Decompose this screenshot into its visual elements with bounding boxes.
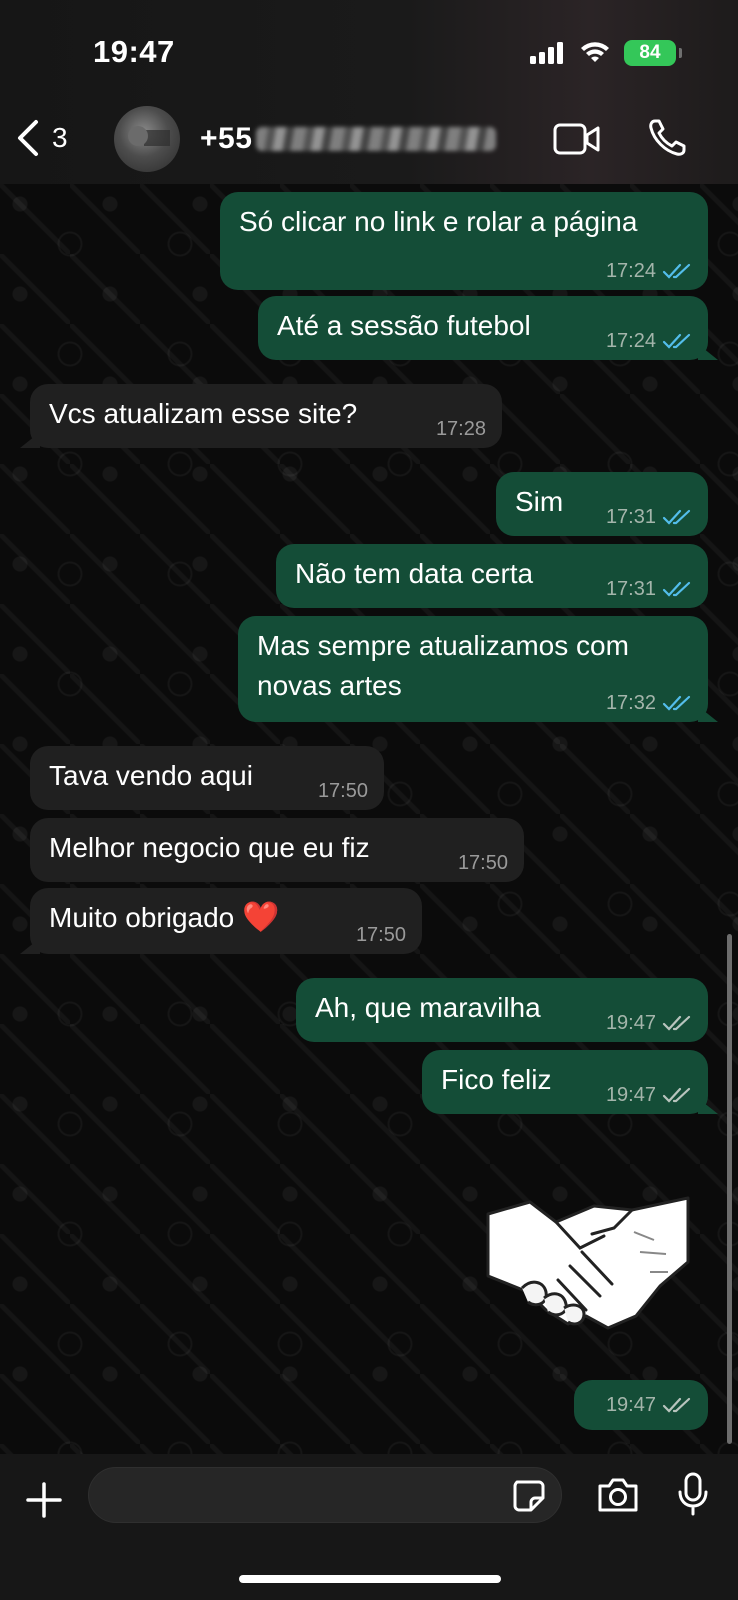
message-meta: 17:24 (606, 330, 692, 352)
message-text: Ah, que maravilha (315, 992, 541, 1023)
battery-icon: 84 (624, 40, 682, 66)
read-ticks-icon (662, 509, 691, 525)
message-input-container[interactable] (88, 1467, 562, 1523)
message-text-content: Muito obrigado (49, 902, 235, 933)
message-bubble-incoming[interactable]: Vcs atualizam esse site? 17:28 (30, 384, 502, 448)
message-meta: 17:50 (318, 780, 368, 802)
avatar-image (128, 126, 170, 146)
delivered-ticks-icon (662, 1015, 691, 1031)
message-meta: 19:47 (606, 1084, 692, 1106)
video-call-icon[interactable] (553, 122, 601, 156)
message-bubble-outgoing[interactable]: Mas sempre atualizamos com novas artes 1… (238, 616, 708, 722)
message-meta: 19:47 (606, 1012, 692, 1034)
message-meta: 17:24 (606, 260, 692, 282)
message-time: 17:50 (355, 924, 406, 946)
camera-icon[interactable] (596, 1476, 640, 1514)
microphone-icon[interactable] (676, 1472, 710, 1518)
scrollbar[interactable] (727, 934, 732, 1444)
message-time: 17:24 (605, 330, 656, 352)
contact-name[interactable]: +55 (200, 122, 497, 156)
message-time: 19:47 (605, 1394, 656, 1416)
message-time: 17:50 (457, 852, 508, 874)
read-ticks-icon (662, 695, 691, 711)
signal-icon (530, 42, 563, 64)
handshake-sticker[interactable] (484, 1192, 694, 1332)
message-meta: 19:47 (606, 1394, 692, 1416)
delivered-ticks-icon (662, 1087, 691, 1103)
status-icons: 84 (530, 40, 682, 66)
plus-icon[interactable] (24, 1480, 64, 1520)
message-text: Tava vendo aqui (49, 760, 253, 791)
sticker-meta-bubble: 19:47 (574, 1380, 708, 1430)
back-chevron-icon (18, 120, 38, 156)
message-meta: 17:32 (606, 692, 692, 714)
message-meta: 17:31 (606, 506, 692, 528)
top-bar: 19:47 84 3 +55 (0, 0, 738, 184)
message-bubble-outgoing[interactable]: Sim 17:31 (496, 472, 708, 536)
message-bubble-outgoing[interactable]: Fico feliz 19:47 (422, 1050, 708, 1114)
message-bubble-incoming[interactable]: Melhor negocio que eu fiz 17:50 (30, 818, 524, 882)
message-input[interactable] (109, 1478, 473, 1514)
message-bubble-incoming[interactable]: Tava vendo aqui 17:50 (30, 746, 384, 810)
contact-name-prefix: +55 (200, 122, 253, 155)
status-time: 19:47 (93, 34, 175, 69)
heart-emoji: ❤️ (242, 901, 280, 934)
home-indicator (239, 1575, 501, 1583)
message-text: Melhor negocio que eu fiz (49, 832, 370, 863)
message-meta: 17:50 (356, 924, 406, 946)
back-button[interactable]: 3 (14, 118, 68, 158)
message-text: Só clicar no link e rolar a página (239, 206, 638, 237)
whatsapp-chat-screen: 19:47 84 3 +55 Só clicar no link e rolar… (0, 0, 738, 1600)
wifi-icon (581, 42, 609, 62)
read-ticks-icon (662, 581, 691, 597)
read-ticks-icon (662, 333, 691, 349)
delivered-ticks-icon (662, 1397, 691, 1413)
message-text: Muito obrigado ❤️ (49, 898, 279, 938)
message-bubble-outgoing[interactable]: Até a sessão futebol 17:24 (258, 296, 708, 360)
message-time: 17:28 (435, 418, 486, 440)
read-ticks-icon (662, 263, 691, 279)
message-time: 17:31 (605, 578, 656, 600)
sticker-icon[interactable] (511, 1478, 547, 1514)
message-text: Não tem data certa (295, 558, 534, 589)
message-time: 19:47 (605, 1012, 656, 1034)
message-bubble-outgoing[interactable]: Ah, que maravilha 19:47 (296, 978, 708, 1042)
unread-count: 3 (52, 122, 68, 153)
avatar[interactable] (114, 106, 180, 172)
message-meta: 17:50 (458, 852, 508, 874)
message-bubble-incoming[interactable]: Muito obrigado ❤️ 17:50 (30, 888, 422, 954)
message-text: Sim (515, 486, 564, 517)
message-bubble-outgoing[interactable]: Só clicar no link e rolar a página 17:24 (220, 192, 708, 290)
message-time: 17:32 (605, 692, 656, 714)
message-meta: 17:28 (436, 418, 486, 440)
message-time: 19:47 (605, 1084, 656, 1106)
message-bubble-outgoing[interactable]: Não tem data certa 17:31 (276, 544, 708, 608)
message-text: Vcs atualizam esse site? (49, 398, 358, 429)
message-text: Fico feliz (441, 1064, 552, 1095)
message-meta: 17:31 (606, 578, 692, 600)
message-text: Até a sessão futebol (277, 310, 531, 341)
phone-call-icon[interactable] (647, 118, 687, 158)
message-time: 17:50 (317, 780, 368, 802)
message-time: 17:31 (605, 506, 656, 528)
composer-bar (0, 1454, 738, 1600)
message-time: 17:24 (605, 260, 656, 282)
redacted-number (256, 127, 497, 151)
